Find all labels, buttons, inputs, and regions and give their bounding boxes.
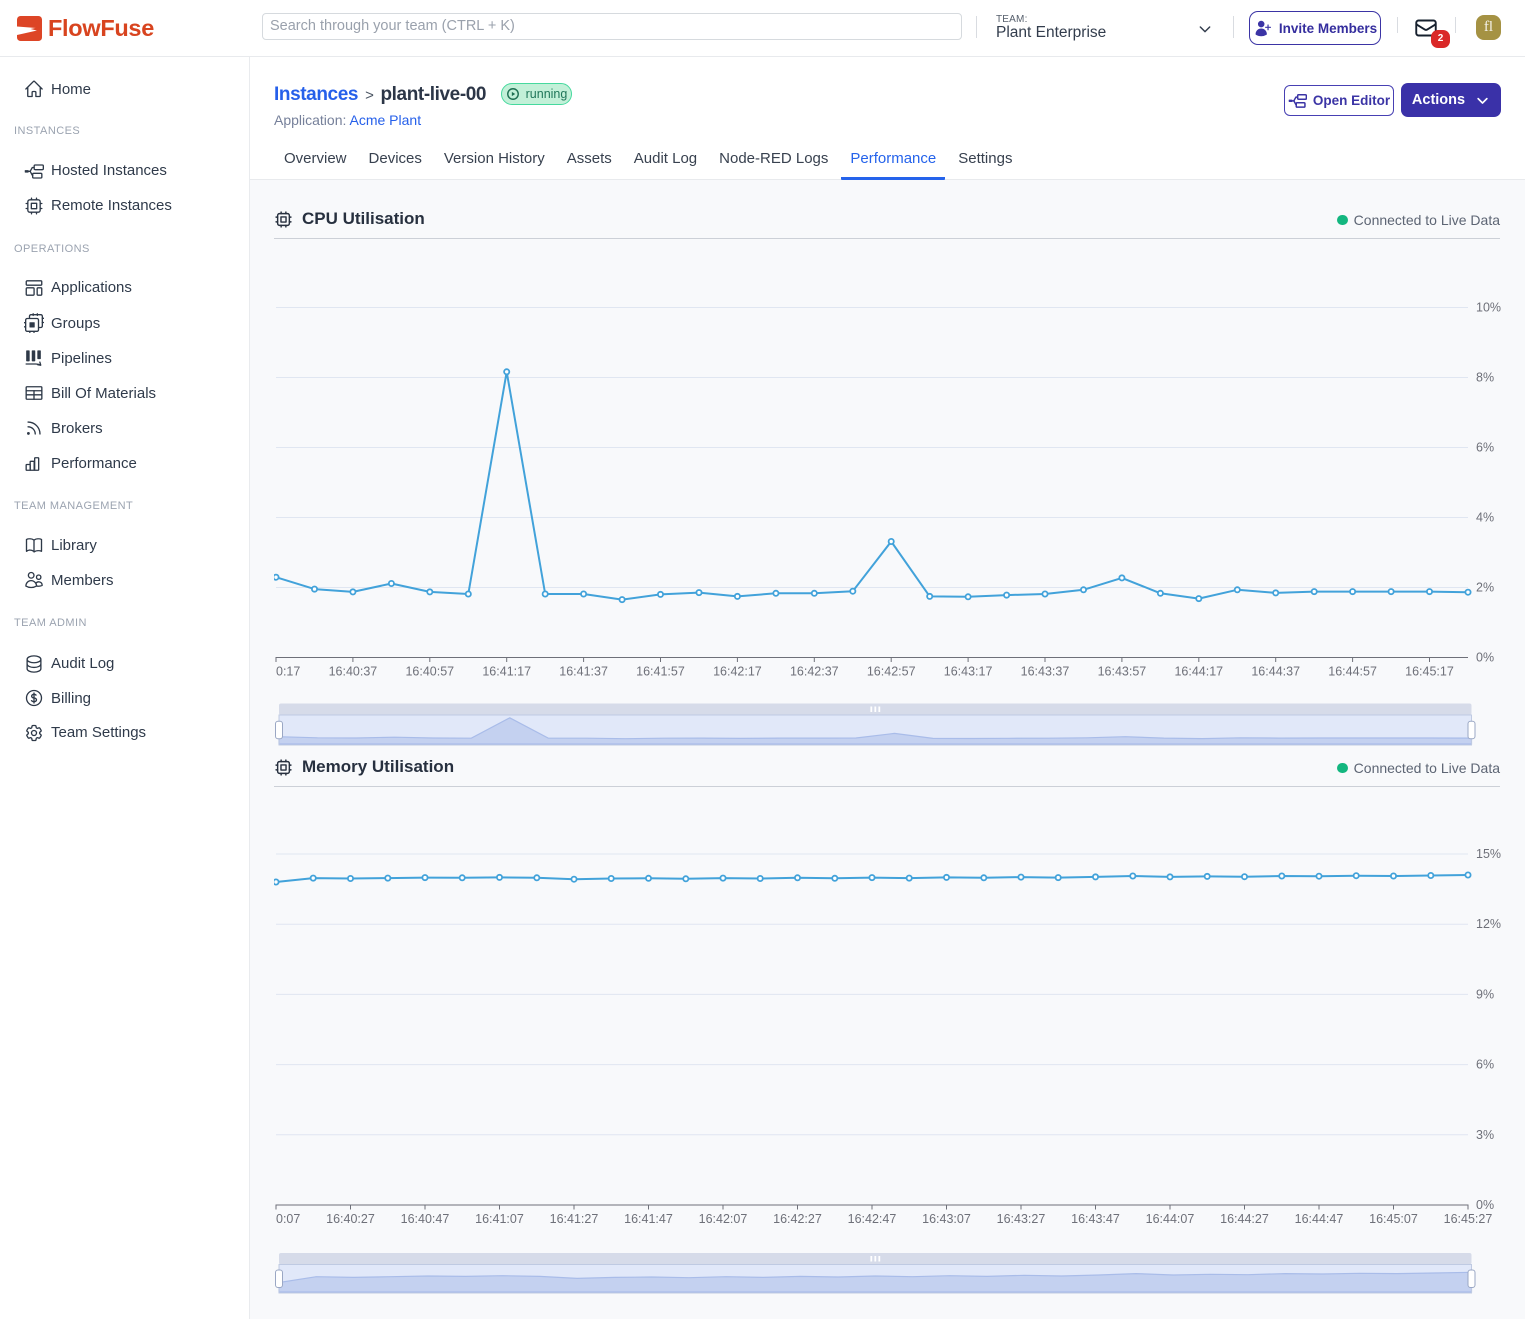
svg-text:16:40:37: 16:40:37: [329, 665, 378, 679]
svg-text:16:43:37: 16:43:37: [1021, 665, 1070, 679]
svg-text:16:43:07: 16:43:07: [922, 1212, 971, 1226]
svg-text:16:43:17: 16:43:17: [944, 665, 993, 679]
svg-text:16:40:57: 16:40:57: [405, 665, 454, 679]
svg-text:6%: 6%: [1476, 441, 1494, 455]
svg-text:16:42:07: 16:42:07: [699, 1212, 748, 1226]
svg-text:16:42:27: 16:42:27: [773, 1212, 822, 1226]
svg-text:16:44:37: 16:44:37: [1251, 665, 1300, 679]
svg-text:16:45:07: 16:45:07: [1369, 1212, 1418, 1226]
svg-text:16:42:37: 16:42:37: [790, 665, 839, 679]
svg-text:16:41:17: 16:41:17: [482, 665, 531, 679]
svg-text:9%: 9%: [1476, 987, 1494, 1001]
svg-text:16:44:27: 16:44:27: [1220, 1212, 1269, 1226]
svg-text:0%: 0%: [1476, 1198, 1494, 1212]
svg-text:8%: 8%: [1476, 371, 1494, 385]
svg-text:16:44:17: 16:44:17: [1174, 665, 1223, 679]
svg-text:16:43:57: 16:43:57: [1098, 665, 1147, 679]
svg-text:16:41:47: 16:41:47: [624, 1212, 673, 1226]
svg-text:16:44:07: 16:44:07: [1146, 1212, 1195, 1226]
svg-text:16:44:47: 16:44:47: [1295, 1212, 1344, 1226]
svg-text:16:40:47: 16:40:47: [401, 1212, 450, 1226]
svg-text:16:45:17: 16:45:17: [1405, 665, 1454, 679]
svg-text:16:40:27: 16:40:27: [326, 1212, 375, 1226]
svg-text:0:17: 0:17: [276, 665, 300, 679]
svg-text:16:41:57: 16:41:57: [636, 665, 685, 679]
svg-text:16:44:57: 16:44:57: [1328, 665, 1377, 679]
svg-text:6%: 6%: [1476, 1058, 1494, 1072]
svg-text:2%: 2%: [1476, 581, 1494, 595]
svg-text:15%: 15%: [1476, 847, 1501, 861]
svg-text:16:43:47: 16:43:47: [1071, 1212, 1120, 1226]
svg-text:3%: 3%: [1476, 1128, 1494, 1142]
svg-text:16:41:07: 16:41:07: [475, 1212, 524, 1226]
svg-text:16:42:57: 16:42:57: [867, 665, 916, 679]
svg-text:16:42:17: 16:42:17: [713, 665, 762, 679]
svg-text:0:07: 0:07: [276, 1212, 300, 1226]
svg-text:16:45:27: 16:45:27: [1444, 1212, 1493, 1226]
svg-text:16:43:27: 16:43:27: [997, 1212, 1046, 1226]
svg-text:4%: 4%: [1476, 511, 1494, 525]
svg-text:12%: 12%: [1476, 917, 1501, 931]
svg-text:16:41:37: 16:41:37: [559, 665, 608, 679]
svg-text:10%: 10%: [1476, 301, 1501, 315]
svg-text:16:42:47: 16:42:47: [848, 1212, 897, 1226]
svg-text:16:41:27: 16:41:27: [550, 1212, 599, 1226]
svg-text:0%: 0%: [1476, 651, 1494, 665]
